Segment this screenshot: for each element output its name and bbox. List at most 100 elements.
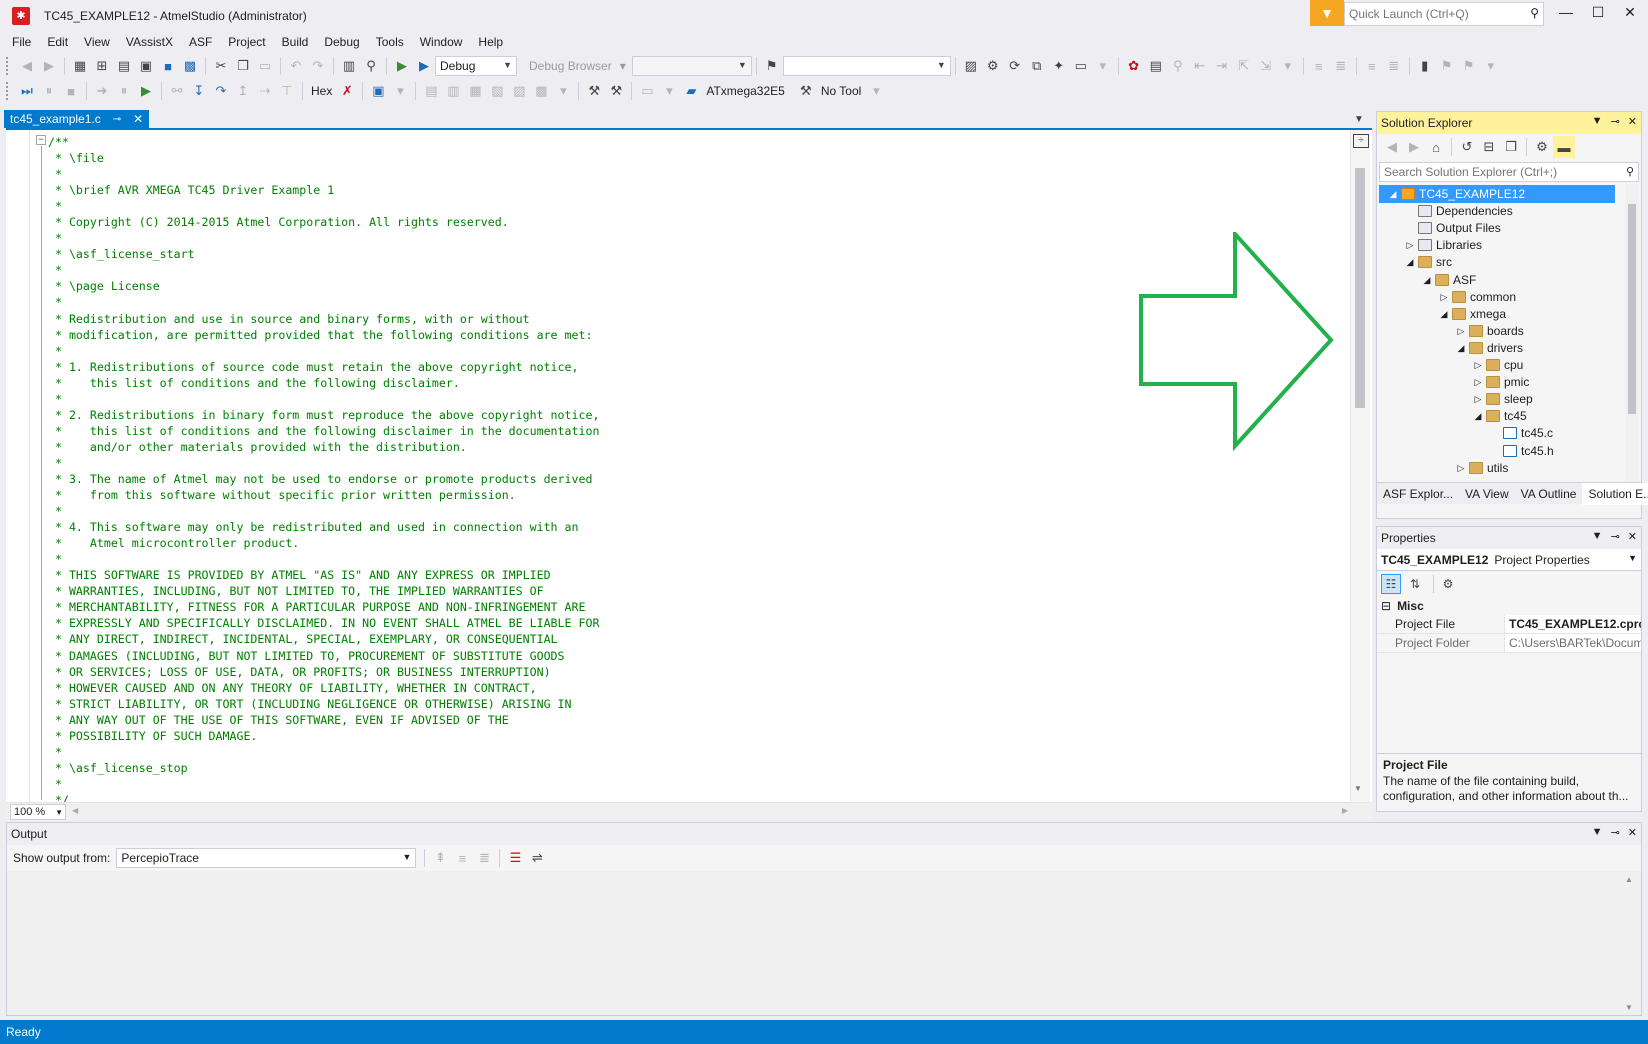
tree-item[interactable]: ◢ xmega (1438, 305, 1507, 323)
code-line[interactable]: * \file (48, 150, 599, 166)
scroll-up-icon[interactable]: ▲ (1625, 875, 1633, 884)
device-settings-icon[interactable]: ▭ (636, 80, 658, 102)
reset-icon[interactable]: ⚯ (166, 80, 188, 102)
wrench-icon[interactable]: ⚙ (982, 55, 1004, 77)
pin-icon[interactable]: ⊸ (1611, 115, 1620, 128)
code-line[interactable]: * Atmel microcontroller product. (48, 535, 599, 551)
find-symbol-icon[interactable]: ⚑ (761, 55, 783, 77)
collapse-arrow-icon[interactable]: ◢ (1455, 339, 1467, 357)
code-line[interactable]: * (48, 262, 599, 278)
categorized-icon[interactable]: ☷ (1381, 574, 1401, 594)
menu-window[interactable]: Window (412, 35, 471, 49)
tool-selector[interactable]: No Tool (817, 84, 865, 98)
preview-icon[interactable]: ▬ (1553, 136, 1575, 158)
processor-icon[interactable]: ▩ (530, 80, 552, 102)
tree-item[interactable]: tc45.c (1489, 424, 1553, 442)
split-window-icon[interactable]: ÷ (1353, 134, 1369, 148)
code-line[interactable]: * and/or other materials provided with t… (48, 439, 599, 455)
tree-item[interactable]: ▷ boards (1455, 322, 1524, 340)
code-line[interactable]: /** (48, 134, 599, 150)
disassembly-icon[interactable]: ⊤ (276, 80, 298, 102)
device-chip-icon[interactable]: ▰ (680, 80, 702, 102)
quick-launch-input[interactable] (1345, 3, 1517, 25)
menu-project[interactable]: Project (220, 35, 273, 49)
back-icon[interactable]: ◀ (16, 55, 38, 77)
program-device-icon[interactable]: ⚒ (583, 80, 605, 102)
code-line[interactable]: * (48, 294, 599, 310)
scroll-right-icon[interactable]: ▶ (1342, 806, 1348, 815)
new-file-icon[interactable]: ▤ (113, 55, 135, 77)
menu-file[interactable]: File (4, 35, 39, 49)
find-message-icon[interactable]: ⇞ (429, 847, 451, 869)
document-tab[interactable]: tc45_example1.c ⊸ ✕ (4, 110, 150, 128)
close-icon[interactable]: ✕ (1628, 826, 1637, 839)
property-pages-icon[interactable]: ⚙ (1438, 574, 1458, 594)
property-value[interactable]: C:\Users\BARTek\Docum (1505, 634, 1641, 652)
menu-vassistx[interactable]: VAssistX (118, 35, 181, 49)
open-file-icon[interactable]: ▣ (135, 55, 157, 77)
code-line[interactable]: * HOWEVER CAUSED AND ON ANY THEORY OF LI… (48, 680, 599, 696)
tree-item[interactable]: ▷ common (1438, 288, 1516, 306)
tree-item[interactable]: ◢ TC45_EXAMPLE12 (1379, 185, 1615, 203)
add-item-icon[interactable]: ⊞ (91, 55, 113, 77)
start-debugging-icon[interactable]: ▶ (391, 55, 413, 77)
solution-search-input[interactable] (1380, 163, 1610, 181)
asf-wizard-icon[interactable]: ✿ (1123, 55, 1145, 77)
code-line[interactable]: * (48, 455, 599, 471)
code-line[interactable]: * this list of conditions and the follow… (48, 423, 599, 439)
locals-icon[interactable]: ▥ (442, 80, 464, 102)
properties-header[interactable]: Properties ▼ ⊸ ✕ (1377, 527, 1641, 549)
collapse-arrow-icon[interactable]: ◢ (1438, 305, 1450, 323)
output-text-area[interactable] (7, 871, 1619, 1015)
next-bookmark-icon[interactable]: ⚑ (1458, 55, 1480, 77)
property-value[interactable]: TC45_EXAMPLE12.cproj (1505, 615, 1641, 633)
scrollbar-thumb[interactable] (1355, 168, 1365, 408)
code-text[interactable]: /** * \file * * \brief AVR XMEGA TC45 Dr… (48, 134, 599, 808)
hex-toggle-button[interactable]: Hex (307, 84, 336, 98)
erase-device-icon[interactable]: ⚒ (605, 80, 627, 102)
registers-icon[interactable]: ▧ (486, 80, 508, 102)
step-out-icon[interactable]: ↥ (232, 80, 254, 102)
code-line[interactable]: * 2. Redistributions in binary form must… (48, 407, 599, 423)
scrollbar-thumb[interactable] (1628, 204, 1636, 414)
output-header[interactable]: Output ▼ ⊸ ✕ (7, 823, 1641, 845)
chevron-down-icon[interactable]: ▼ (1592, 530, 1603, 543)
close-icon[interactable]: ✕ (1628, 115, 1637, 128)
code-line[interactable]: * POSSIBILITY OF SUCH DAMAGE. (48, 728, 599, 744)
forward-icon[interactable]: ▶ (1403, 136, 1425, 158)
io-view-icon[interactable]: ▨ (508, 80, 530, 102)
code-line[interactable]: * (48, 391, 599, 407)
tab-va-outline[interactable]: VA Outline (1515, 483, 1583, 505)
save-icon[interactable]: ■ (157, 55, 179, 77)
collapse-arrow-icon[interactable]: ◢ (1421, 271, 1433, 289)
code-line[interactable]: * WARRANTIES, INCLUDING, BUT NOT LIMITED… (48, 583, 599, 599)
redo-icon[interactable]: ↷ (307, 55, 329, 77)
output-source-select[interactable]: PercepioTrace ▼ (116, 848, 417, 868)
code-line[interactable]: * (48, 166, 599, 182)
collapse-toggle-icon[interactable]: ⊟ (1381, 597, 1391, 615)
tree-item[interactable]: ▷ Libraries (1404, 236, 1483, 254)
menu-tools[interactable]: Tools (368, 35, 412, 49)
start-without-debugging-icon[interactable]: ▶ (413, 55, 435, 77)
code-line[interactable]: * modification, are permitted provided t… (48, 327, 599, 343)
find-reference-icon[interactable]: ⚲ (1167, 55, 1189, 77)
editor-gutter[interactable] (6, 130, 30, 802)
continue-icon[interactable]: ▶ (135, 80, 157, 102)
forward-icon[interactable]: ▶ (38, 55, 60, 77)
expand-arrow-icon[interactable]: ▷ (1438, 288, 1450, 306)
code-line[interactable]: * Redistribution and use in source and b… (48, 311, 599, 327)
tree-item[interactable]: ◢ drivers (1455, 339, 1523, 357)
watch-icon[interactable]: ▤ (420, 80, 442, 102)
notification-filter-icon[interactable]: ▼ (1310, 0, 1344, 26)
find-in-files-icon[interactable]: ▥ (338, 55, 360, 77)
step-into-icon[interactable]: ↧ (188, 80, 210, 102)
collapse-all-icon[interactable]: ⊟ (1478, 136, 1500, 158)
paste-icon[interactable]: ▭ (254, 55, 276, 77)
code-line[interactable]: * (48, 230, 599, 246)
code-line[interactable]: * EXPRESSLY AND SPECIFICALLY DISCLAIMED.… (48, 615, 599, 631)
prev-message-icon[interactable]: ≡ (451, 847, 473, 869)
tree-item[interactable]: ◢ ASF (1421, 271, 1477, 289)
properties-object-select[interactable]: TC45_EXAMPLE12 Project Properties ▼ (1377, 549, 1641, 571)
menu-asf[interactable]: ASF (181, 35, 220, 49)
toolbar-overflow-icon[interactable]: ▾ (389, 80, 411, 102)
